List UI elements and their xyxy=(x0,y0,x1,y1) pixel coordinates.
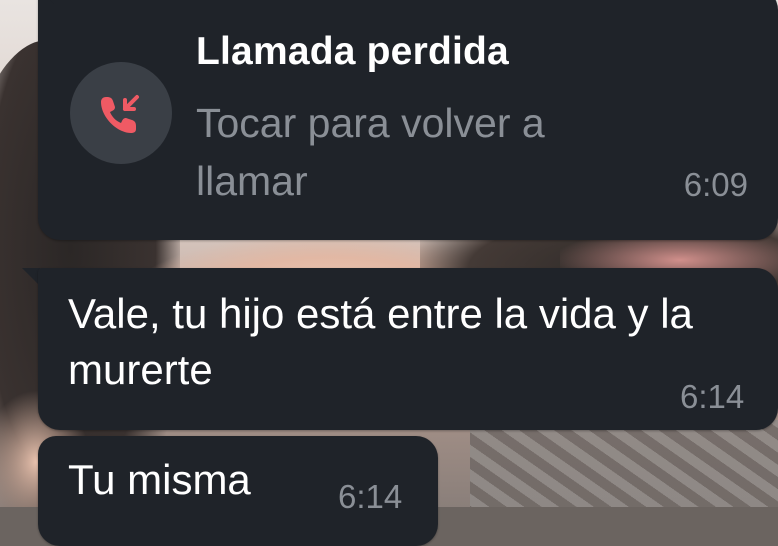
message-time: 6:09 xyxy=(683,166,748,203)
missed-call-title: Llamada perdida xyxy=(196,30,509,73)
message-time: 6:14 xyxy=(680,378,745,415)
message-text: Tu misma xyxy=(68,456,251,503)
message-time: 6:14 xyxy=(338,478,403,515)
missed-call-button[interactable] xyxy=(70,62,172,164)
message-text: Vale, tu hijo está entre la vida y la mu… xyxy=(68,290,693,393)
missed-call-icon xyxy=(101,95,139,133)
bubble-tail xyxy=(38,0,54,4)
missed-call-subtitle: Tocar para volver a llamar xyxy=(196,100,545,204)
